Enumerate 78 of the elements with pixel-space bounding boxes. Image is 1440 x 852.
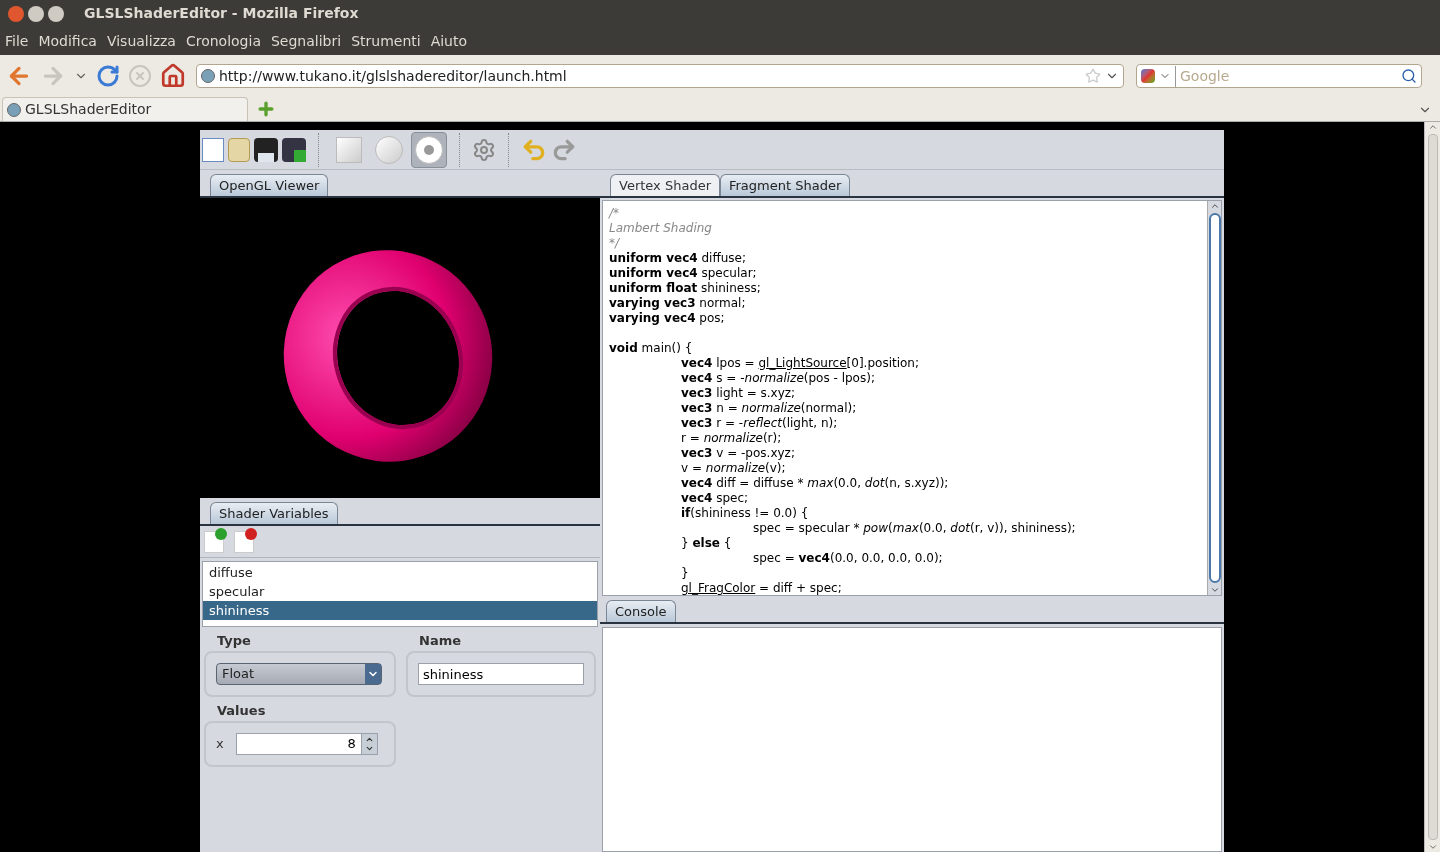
menu-item[interactable]: Cronologia	[185, 30, 261, 52]
name-label: Name	[419, 632, 462, 650]
menu-item[interactable]: File	[5, 30, 29, 52]
name-field[interactable]: shininess	[418, 663, 584, 685]
code-line: vec4 spec;	[681, 491, 749, 505]
minimize-button[interactable]	[28, 5, 44, 22]
remove-variable-icon[interactable]	[234, 530, 254, 553]
search-bar[interactable]: Google	[1136, 64, 1422, 88]
address-field[interactable]: http://www.tukano.it/glslshadereditor/launch.html	[196, 64, 1124, 88]
gear-icon[interactable]	[472, 137, 496, 162]
maximize-button[interactable]	[48, 5, 64, 22]
bookmark-star-icon[interactable]	[1085, 68, 1101, 84]
browser-tab[interactable]: GLSLShaderEditor	[2, 97, 248, 121]
axis-label: x	[216, 735, 224, 754]
close-button[interactable]	[8, 5, 24, 22]
value-spinner[interactable]: 8	[235, 733, 378, 755]
increment-icon[interactable]	[364, 735, 374, 744]
menu-item[interactable]: Segnalibri	[270, 30, 342, 52]
code-line: vec3 light = s.xyz;	[681, 386, 796, 400]
tab[interactable]: Vertex Shader	[610, 174, 720, 196]
code-editor[interactable]	[602, 200, 1222, 596]
scroll-down-icon[interactable]	[1427, 842, 1438, 852]
tab[interactable]: Shader Variables	[210, 502, 338, 524]
code-line: r = normalize(r);	[681, 431, 782, 445]
search-field[interactable]: Google	[1175, 65, 1397, 87]
menu-item[interactable]: Visualizza	[106, 30, 176, 52]
tab[interactable]: OpenGL Viewer	[210, 174, 329, 196]
code-line: void main() {	[609, 341, 693, 355]
code-line: vec4 diff = diffuse * max(0.0, dot(n, s.xyz));	[681, 476, 949, 490]
code-line: vec4 lpos = gl_LightSource[0].position;	[681, 356, 919, 370]
code-line: v = normalize(v);	[681, 461, 786, 475]
variable-item[interactable]: shininess	[203, 601, 597, 620]
torus-shape-button[interactable]	[411, 131, 447, 168]
code-line: vec3 r = -reflect(light, n);	[681, 416, 838, 430]
code-line: uniform float shininess;	[609, 281, 761, 295]
code-line: }	[681, 566, 689, 580]
code-line: if(shininess != 0.0) {	[681, 506, 809, 520]
values-label: Values	[217, 702, 267, 720]
tab[interactable]: Fragment Shader	[720, 174, 851, 196]
new-file-icon[interactable]	[202, 137, 224, 162]
page-icon	[201, 69, 215, 83]
type-dropdown[interactable]: Float	[216, 663, 382, 685]
code-line: uniform vec4 diffuse;	[609, 251, 746, 265]
code-line: } else {	[681, 536, 732, 550]
code-line: varying vec3 normal;	[609, 296, 746, 310]
reload-icon[interactable]	[96, 64, 120, 88]
code-line: varying vec4 pos;	[609, 311, 725, 325]
search-icon[interactable]	[1401, 68, 1417, 84]
code-line: uniform vec4 specular;	[609, 266, 757, 280]
code-line: vec3 v = -pos.xyz;	[681, 446, 795, 460]
variable-item[interactable]: specular	[203, 582, 597, 601]
scrollbar[interactable]	[1207, 201, 1221, 595]
page-icon	[7, 102, 21, 117]
code-line: vec3 n = normalize(normal);	[681, 401, 857, 415]
page-scrollbar[interactable]	[1424, 122, 1440, 852]
new-tab-icon[interactable]	[256, 99, 276, 119]
code-line: vec4 s = -normalize(pos - lpos);	[681, 371, 875, 385]
code-line: /*	[609, 206, 620, 220]
menu-item[interactable]: Aiuto	[430, 30, 468, 52]
scroll-down-icon[interactable]	[1209, 585, 1220, 595]
home-icon[interactable]	[160, 63, 186, 89]
menu-item[interactable]: Modifica	[38, 30, 97, 52]
variable-item[interactable]: diffuse	[203, 563, 597, 582]
menu-item[interactable]: Strumenti	[351, 30, 421, 52]
scroll-up-icon[interactable]	[1209, 201, 1220, 211]
type-label: Type	[217, 632, 252, 650]
window-title: GLSLShaderEditor - Mozilla Firefox	[84, 4, 359, 23]
code-line: Lambert Shading	[609, 221, 712, 235]
code-line: gl_FragColor = diff + spec;	[681, 581, 842, 595]
decrement-icon[interactable]	[364, 744, 374, 753]
code-line: */	[609, 236, 620, 250]
scroll-up-icon[interactable]	[1427, 122, 1438, 132]
search-engine-icon[interactable]	[1141, 69, 1155, 83]
save-icon[interactable]	[254, 137, 278, 162]
add-variable-icon[interactable]	[204, 530, 224, 553]
code-line: spec = specular * pow(max(0.0, dot(r, v)), shininess);	[753, 521, 1076, 535]
code-line: spec = vec4(0.0, 0.0, 0.0, 0.0);	[753, 551, 943, 565]
tab[interactable]: Console	[606, 600, 676, 622]
